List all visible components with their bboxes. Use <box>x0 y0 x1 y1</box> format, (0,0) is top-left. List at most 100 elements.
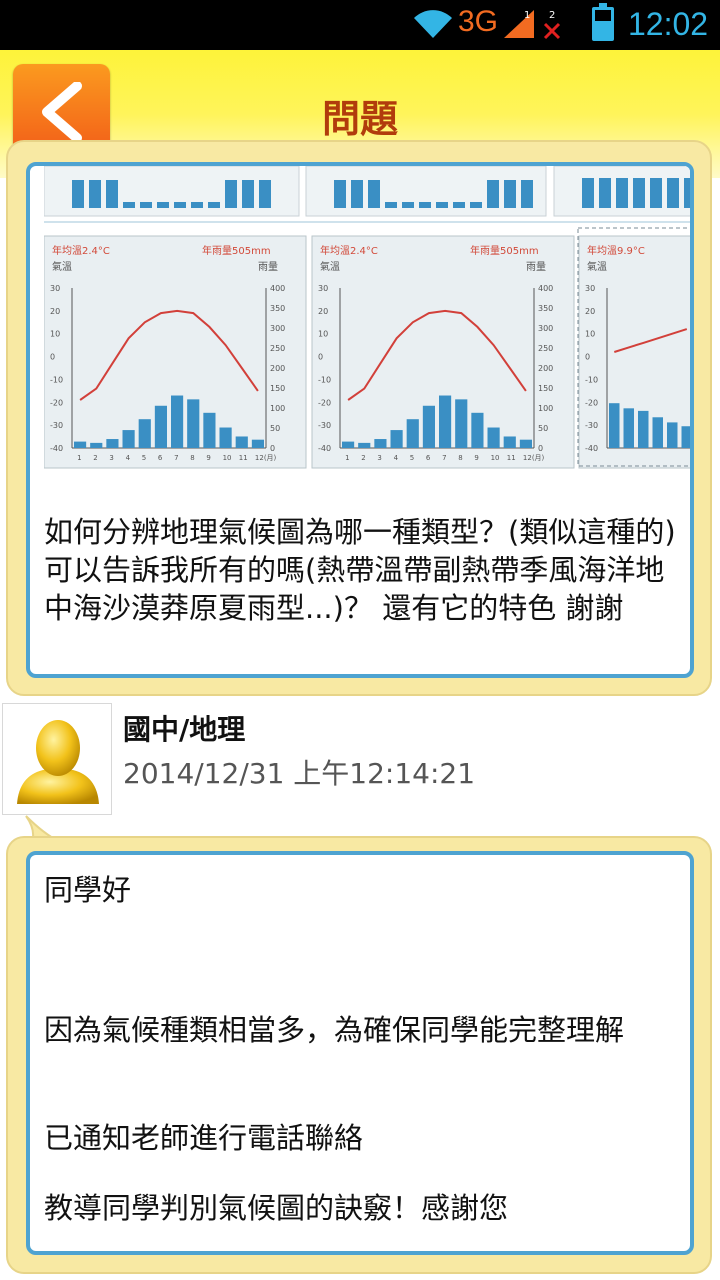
temp-label: 年均溫2.4°C <box>320 244 378 257</box>
rain-tick: 200 <box>538 364 553 373</box>
avatar <box>2 703 112 815</box>
rain-axis-label: 雨量 <box>526 261 546 273</box>
temp-tick: 20 <box>50 307 60 316</box>
answer-paragraph: 教導同學判別氣候圖的訣竅！感謝您 <box>44 1191 509 1225</box>
rain-bar <box>191 202 203 208</box>
rain-bar <box>334 180 346 208</box>
month-tick: 3 <box>109 454 113 462</box>
temp-tick: 20 <box>318 307 328 316</box>
rain-bar <box>487 427 500 448</box>
rain-label: 年雨量505mm <box>202 244 271 257</box>
temp-tick: 0 <box>585 353 590 362</box>
temp-tick: 10 <box>50 330 60 339</box>
rain-bar <box>599 178 611 208</box>
status-bar: 3G 1 2 12:02 <box>0 0 720 50</box>
rain-tick: 250 <box>270 344 285 353</box>
temp-tick: -40 <box>318 444 331 453</box>
temp-tick: -10 <box>585 375 598 384</box>
temp-tick: 10 <box>318 330 328 339</box>
month-tick: 8 <box>458 454 462 462</box>
rain-bar <box>521 180 533 208</box>
month-tick: 5 <box>410 454 414 462</box>
temp-tick: -30 <box>318 421 331 430</box>
rain-bar <box>74 441 87 448</box>
rain-bar <box>203 412 216 448</box>
rain-bar <box>235 436 248 448</box>
page-title: 問題 <box>321 97 398 141</box>
temp-tick: 30 <box>318 284 328 293</box>
rain-tick: 150 <box>270 384 285 393</box>
question-card: 年均溫2.4°C 年雨量505mm 氣溫 雨量 30 20 10 0 -10 -20 -30 -40 4… <box>6 140 712 696</box>
month-tick: 10 <box>223 454 232 462</box>
rain-bar <box>174 202 186 208</box>
rain-tick: 50 <box>538 424 548 433</box>
rain-bar <box>419 202 431 208</box>
answer-paragraph: 已通知老師進行電話聯絡 <box>44 1121 364 1155</box>
rain-bar <box>225 180 237 208</box>
rain-bar <box>90 442 103 448</box>
temp-tick: 30 <box>50 284 60 293</box>
temp-tick: -10 <box>50 375 63 384</box>
rain-bar <box>652 417 663 448</box>
rain-tick: 150 <box>538 384 553 393</box>
rain-bar <box>681 426 690 448</box>
rain-bar <box>519 439 532 448</box>
temp-tick: -30 <box>585 421 598 430</box>
svg-text:1: 1 <box>524 10 530 21</box>
rain-tick: 100 <box>270 404 285 413</box>
temp-tick: 0 <box>318 353 323 362</box>
answer-paragraph: 因為氣候種類相當多，為確保同學能完整理解 <box>44 1013 625 1047</box>
rain-bar <box>503 436 516 448</box>
rain-bar <box>684 178 690 208</box>
climate-chart-image[interactable]: 年均溫2.4°C 年雨量505mm 氣溫 雨量 30 20 10 0 -10 -20 -30 -40 4… <box>44 166 690 496</box>
rain-bar <box>358 442 371 448</box>
rain-bar <box>422 405 435 448</box>
month-tick: 9 <box>206 454 210 462</box>
rain-bar <box>89 180 101 208</box>
rain-bar <box>171 395 184 448</box>
month-tick: 1 <box>77 454 81 462</box>
month-tick: 7 <box>442 454 446 462</box>
rain-bar <box>140 202 152 208</box>
rain-bar <box>650 178 662 208</box>
user-icon <box>17 720 99 804</box>
rain-bar <box>633 178 645 208</box>
rain-tick: 350 <box>538 304 553 313</box>
network-type: 3G <box>458 5 499 38</box>
temp-label: 年均溫9.9°C <box>587 244 645 257</box>
rain-bar <box>667 422 678 448</box>
rain-bar <box>157 202 169 208</box>
temp-tick: -20 <box>50 398 63 407</box>
rain-bar <box>374 439 387 448</box>
rain-bar <box>406 419 419 448</box>
rain-tick: 0 <box>270 444 275 453</box>
rain-bar <box>616 178 628 208</box>
rain-axis-label: 雨量 <box>258 261 278 273</box>
rain-bar <box>154 405 167 448</box>
rain-bar <box>667 178 679 208</box>
rain-tick: 350 <box>270 304 285 313</box>
rain-bar <box>138 419 151 448</box>
rain-bar <box>455 399 468 448</box>
rain-tick: 200 <box>270 364 285 373</box>
rain-bar <box>385 202 397 208</box>
rain-bar <box>259 180 271 208</box>
temp-tick: 0 <box>50 353 55 362</box>
month-tick: 6 <box>158 454 163 462</box>
rain-bar <box>582 178 594 208</box>
answer-greeting: 同學好 <box>44 873 132 907</box>
no-signal-icon: 2 <box>543 10 561 40</box>
rain-tick: 100 <box>538 404 553 413</box>
month-tick: 11 <box>239 454 248 462</box>
temp-label: 年均溫2.4°C <box>52 244 110 257</box>
rain-bar <box>487 180 499 208</box>
temp-tick: 20 <box>585 307 595 316</box>
month-tick: 7 <box>174 454 178 462</box>
rain-bar <box>471 412 484 448</box>
rain-bar <box>368 180 380 208</box>
signal-icon: 1 <box>504 10 534 38</box>
rain-bar <box>106 439 119 448</box>
month-tick: 4 <box>394 454 399 462</box>
answer-content: 同學好 因為氣候種類相當多，為確保同學能完整理解 已通知老師進行電話聯絡 教導同… <box>26 851 694 1255</box>
rain-bar <box>390 430 403 448</box>
